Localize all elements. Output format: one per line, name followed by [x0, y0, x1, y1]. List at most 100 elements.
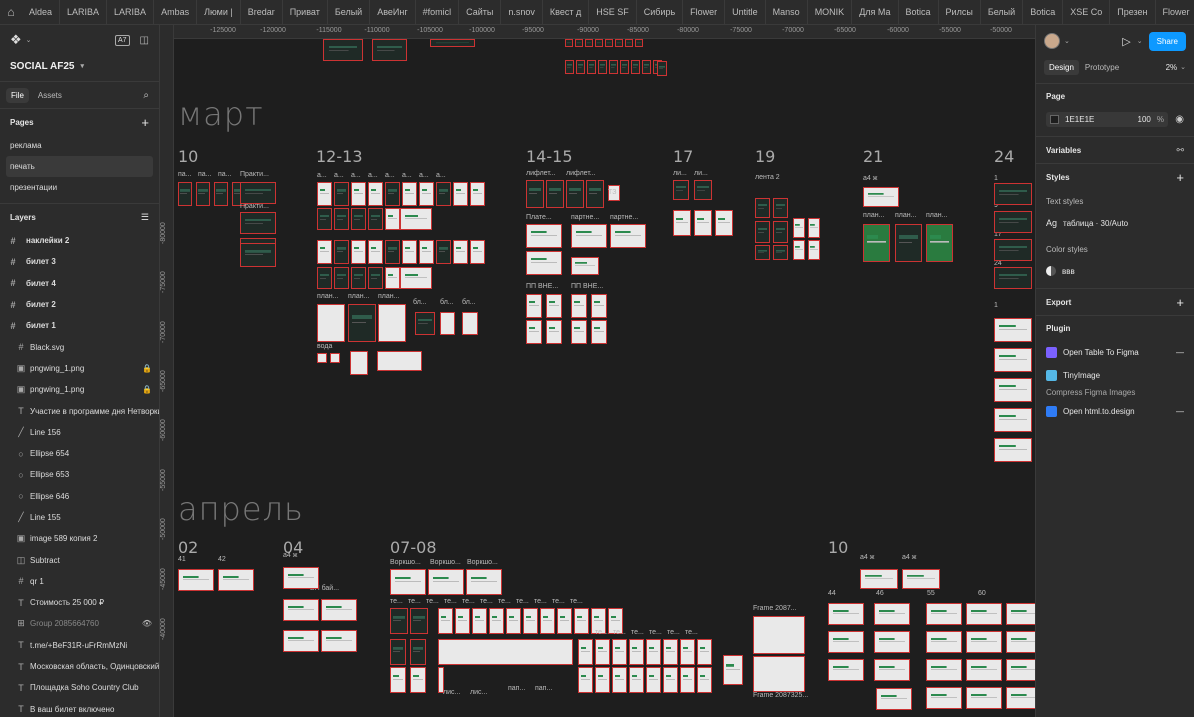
page-item[interactable]: печать [6, 156, 153, 177]
file-tab[interactable]: Для Ма [852, 0, 899, 24]
frame-thumbnail[interactable] [994, 318, 1032, 342]
plugin-html-to-design[interactable]: Open html.to.design [1063, 407, 1135, 416]
file-tab[interactable]: Приват [283, 0, 328, 24]
file-tab[interactable]: LARIBA [107, 0, 155, 24]
layer-row[interactable]: Tt.me/+BeF31R-uFrRmMzNi [0, 635, 159, 656]
frame-thumbnail[interactable] [385, 182, 400, 206]
frame-thumbnail[interactable] [773, 221, 788, 243]
frame-thumbnail[interactable] [438, 639, 573, 665]
chevron-down-icon[interactable]: ⌄ [1137, 37, 1143, 45]
file-tab[interactable]: Untitle [725, 0, 766, 24]
frame-thumbnail[interactable] [240, 212, 276, 234]
layer-row[interactable]: ▣ pngwing_1.png 🔒 [0, 379, 159, 400]
frame-thumbnail[interactable] [586, 180, 604, 208]
frame-thumbnail[interactable] [526, 180, 544, 208]
frame-thumbnail[interactable] [410, 667, 426, 693]
ai-badge[interactable]: A7 [114, 34, 130, 46]
tab-file[interactable]: File [6, 87, 29, 103]
file-tab[interactable]: Bredar [241, 0, 283, 24]
frame-thumbnail[interactable] [526, 294, 542, 318]
frame-thumbnail[interactable] [874, 631, 910, 653]
frame-thumbnail[interactable] [863, 224, 890, 262]
chevron-down-icon[interactable]: ⌄ [1064, 37, 1070, 45]
frame-thumbnail[interactable] [994, 239, 1032, 261]
frame-thumbnail[interactable] [330, 353, 340, 363]
frame-thumbnail[interactable] [385, 267, 400, 289]
frame-thumbnail[interactable] [546, 294, 562, 318]
layer-row[interactable]: # наклейки 2 [0, 230, 159, 251]
frame-thumbnail[interactable] [605, 39, 613, 47]
add-style-icon[interactable]: + [1176, 170, 1184, 185]
frame-thumbnail[interactable] [351, 240, 366, 264]
frame-thumbnail[interactable] [591, 320, 607, 344]
frame-thumbnail[interactable] [196, 182, 210, 206]
frame-thumbnail[interactable] [966, 603, 1002, 625]
file-tab[interactable]: Сибирь [637, 0, 684, 24]
frame-thumbnail[interactable] [489, 608, 504, 634]
file-tab[interactable]: АвеИнг [370, 0, 416, 24]
frame-thumbnail[interactable] [612, 667, 627, 693]
frame-thumbnail[interactable] [334, 267, 349, 289]
frame-thumbnail[interactable] [283, 599, 319, 621]
frame-thumbnail[interactable] [876, 688, 912, 710]
frame-thumbnail[interactable] [694, 180, 712, 200]
file-tab[interactable]: Botica [899, 0, 939, 24]
frame-thumbnail[interactable] [697, 639, 712, 665]
frame-thumbnail[interactable] [828, 659, 864, 681]
frame-thumbnail[interactable] [966, 659, 1002, 681]
visibility-icon[interactable]: 👁 [135, 619, 159, 628]
frame-thumbnail[interactable] [453, 240, 468, 264]
frame-thumbnail[interactable] [419, 240, 434, 264]
frame-thumbnail[interactable] [402, 182, 417, 206]
frame-thumbnail[interactable] [576, 60, 585, 74]
file-tab[interactable]: Сайты [459, 0, 502, 24]
plugin-tinyimage-subtitle[interactable]: Compress Figma Images [1046, 388, 1135, 397]
frame-thumbnail[interactable] [673, 180, 689, 200]
frame-thumbnail[interactable] [368, 208, 383, 230]
frame-thumbnail[interactable] [926, 687, 962, 709]
frame-thumbnail[interactable] [926, 659, 962, 681]
layer-row[interactable]: # Black.svg [0, 336, 159, 357]
frame-thumbnail[interactable] [755, 221, 770, 243]
frame-thumbnail[interactable] [926, 603, 962, 625]
frame-thumbnail[interactable] [575, 39, 583, 47]
page-color-swatch[interactable] [1050, 114, 1059, 124]
frame-thumbnail[interactable] [625, 39, 633, 47]
frame-thumbnail[interactable] [646, 639, 661, 665]
frame-thumbnail[interactable] [323, 39, 363, 61]
page-item[interactable]: презентации [0, 177, 153, 198]
frame-thumbnail[interactable] [317, 240, 332, 264]
zoom-level[interactable]: 2% [1166, 63, 1178, 72]
frame-thumbnail[interactable] [351, 208, 366, 230]
frame-thumbnail[interactable] [377, 351, 422, 371]
frame-thumbnail[interactable] [317, 267, 332, 289]
frame-thumbnail[interactable] [808, 218, 820, 238]
lock-icon[interactable]: 🔒 [135, 385, 159, 394]
frame-thumbnail[interactable] [438, 608, 453, 634]
frame-thumbnail[interactable] [546, 180, 564, 208]
share-button[interactable]: Share [1148, 31, 1186, 51]
frame-thumbnail[interactable] [410, 608, 428, 634]
file-tab[interactable]: Белый [328, 0, 371, 24]
remove-icon[interactable]: — [1176, 407, 1184, 416]
frame-thumbnail[interactable] [585, 39, 593, 47]
layer-row[interactable]: T Площадка Soho Country Club [0, 677, 159, 698]
frame-thumbnail[interactable] [390, 569, 426, 595]
frame-thumbnail[interactable] [895, 224, 922, 262]
project-name[interactable]: SOCIAL AF25 [10, 61, 74, 72]
frame-thumbnail[interactable] [578, 639, 593, 665]
frame-thumbnail[interactable] [680, 639, 695, 665]
frame-thumbnail[interactable] [283, 567, 319, 589]
layer-row[interactable]: ○ Ellipse 654 [0, 443, 159, 464]
frame-thumbnail[interactable] [540, 608, 555, 634]
frame-thumbnail[interactable] [755, 245, 770, 260]
frame-thumbnail[interactable] [400, 267, 432, 289]
frame-thumbnail[interactable] [808, 240, 820, 260]
frame-thumbnail[interactable] [994, 348, 1032, 372]
eye-icon[interactable]: ◉ [1175, 114, 1184, 125]
frame-thumbnail[interactable] [472, 608, 487, 634]
add-export-icon[interactable]: + [1176, 295, 1184, 310]
frame-thumbnail[interactable] [372, 39, 407, 61]
frame-thumbnail[interactable] [578, 667, 593, 693]
frame-thumbnail[interactable] [378, 304, 406, 342]
